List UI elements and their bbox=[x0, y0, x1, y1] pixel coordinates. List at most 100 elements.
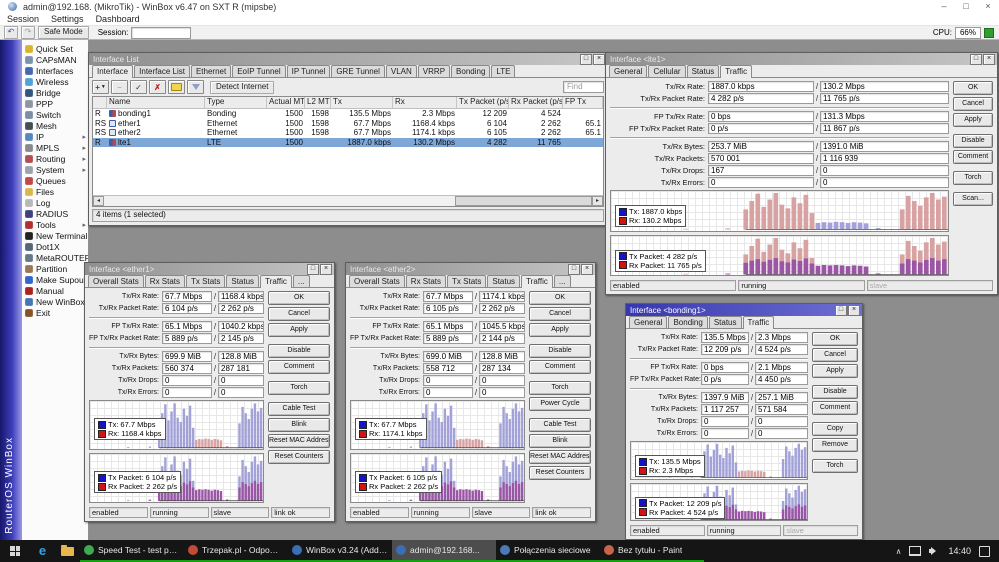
tx-value-field[interactable]: 0 bbox=[701, 416, 749, 427]
remove-button[interactable]: Remove bbox=[812, 438, 858, 452]
tab-interface[interactable]: Interface bbox=[92, 65, 133, 78]
rx-value-field[interactable]: 1391.0 MiB bbox=[820, 141, 949, 152]
rx-value-field[interactable]: 1045.5 kbps bbox=[479, 321, 525, 332]
scroll-left-icon[interactable]: ◂ bbox=[93, 196, 104, 206]
table-row-ether2[interactable]: RSether2Ethernet1500159867.7 Mbps1174.1 … bbox=[93, 128, 603, 138]
cancel-button[interactable]: Cancel bbox=[812, 348, 858, 362]
rx-value-field[interactable]: 1040.2 kbps bbox=[218, 321, 264, 332]
tab-lte[interactable]: LTE bbox=[491, 65, 515, 77]
table-row-ether1[interactable]: RSether1Ethernet1500159867.7 Mbps1168.4 … bbox=[93, 119, 603, 129]
comment-button[interactable]: Comment bbox=[953, 150, 993, 164]
tab-general[interactable]: General bbox=[629, 316, 667, 328]
sidebar-item-files[interactable]: Files bbox=[22, 186, 88, 197]
sidebar-item-tools[interactable]: Tools▸ bbox=[22, 219, 88, 230]
sidebar-item-dot1x[interactable]: Dot1X bbox=[22, 241, 88, 252]
sidebar-item-ip[interactable]: IP▸ bbox=[22, 131, 88, 142]
cancel-button[interactable]: Cancel bbox=[529, 307, 591, 321]
rx-value-field[interactable]: 2 262 p/s bbox=[218, 303, 264, 314]
rx-value-field[interactable]: 2.1 Mbps bbox=[755, 362, 808, 373]
disable-button[interactable]: Disable bbox=[953, 134, 993, 148]
disable-button[interactable]: Disable bbox=[812, 385, 858, 399]
tx-value-field[interactable]: 67.7 Mbps bbox=[162, 291, 212, 302]
apply-button[interactable]: Apply bbox=[812, 364, 858, 378]
blink-button[interactable]: Blink bbox=[268, 418, 330, 432]
comment-button[interactable] bbox=[168, 80, 185, 94]
ok-button[interactable]: OK bbox=[812, 332, 858, 346]
tab-interface-list[interactable]: Interface List bbox=[134, 65, 190, 77]
torch-button[interactable]: Torch bbox=[268, 381, 330, 395]
scroll-right-icon[interactable]: ▸ bbox=[592, 196, 603, 206]
comment-button[interactable]: Comment bbox=[812, 401, 858, 415]
maximize-button[interactable]: □ bbox=[955, 0, 977, 13]
window-titlebar[interactable]: Interface <lte1>□× bbox=[606, 53, 997, 65]
detect-internet-button[interactable]: Detect Internet bbox=[210, 81, 274, 94]
torch-button[interactable]: Torch bbox=[812, 459, 858, 473]
sidebar-item-radius[interactable]: RADIUS bbox=[22, 208, 88, 219]
torch-button[interactable]: Torch bbox=[953, 171, 993, 185]
close-icon[interactable]: × bbox=[983, 54, 995, 65]
column-header-type[interactable]: Type bbox=[205, 97, 267, 108]
maximize-icon[interactable]: □ bbox=[307, 264, 319, 275]
reset-counters-button[interactable]: Reset Counters bbox=[268, 450, 330, 464]
clock[interactable]: 14:40 bbox=[948, 546, 971, 556]
tx-value-field[interactable]: 4 282 p/s bbox=[708, 93, 814, 104]
tab-[interactable]: ... bbox=[554, 275, 571, 287]
rx-value-field[interactable]: 130.2 Mbps bbox=[820, 81, 949, 92]
apply-button[interactable]: Apply bbox=[953, 113, 993, 127]
sidebar-item-partition[interactable]: Partition bbox=[22, 263, 88, 274]
taskbar-item-bez-tytu-u-paint[interactable]: Bez tytułu - Paint bbox=[600, 540, 704, 562]
sidebar-item-interfaces[interactable]: Interfaces bbox=[22, 65, 88, 76]
tab-status[interactable]: Status bbox=[487, 275, 520, 287]
comment-button[interactable]: Comment bbox=[529, 360, 591, 374]
safe-mode-button[interactable]: Safe Mode bbox=[38, 26, 89, 39]
sidebar-item-switch[interactable]: Switch bbox=[22, 109, 88, 120]
tab-vlan[interactable]: VLAN bbox=[386, 65, 417, 77]
tx-value-field[interactable]: 135.5 Mbps bbox=[701, 332, 749, 343]
rx-value-field[interactable]: 0 bbox=[820, 165, 949, 176]
scan-button[interactable]: Scan... bbox=[953, 192, 993, 206]
add-button[interactable]: +▼ bbox=[92, 80, 109, 94]
column-header-fp-tx[interactable]: FP Tx bbox=[563, 97, 603, 108]
tx-value-field[interactable]: 0 bbox=[708, 177, 814, 188]
tx-value-field[interactable]: 253.7 MiB bbox=[708, 141, 814, 152]
tab-status[interactable]: Status bbox=[709, 316, 742, 328]
tx-value-field[interactable]: 1397.9 MiB bbox=[701, 392, 749, 403]
tab-ip-tunnel[interactable]: IP Tunnel bbox=[287, 65, 331, 77]
ok-button[interactable]: OK bbox=[953, 81, 993, 95]
rx-value-field[interactable]: 0 bbox=[755, 416, 808, 427]
taskbar-item-winbox-v3-24-addres[interactable]: WinBox v3.24 (Addres... bbox=[288, 540, 392, 562]
sidebar-item-exit[interactable]: Exit bbox=[22, 307, 88, 318]
rx-value-field[interactable]: 257.1 MiB bbox=[755, 392, 808, 403]
taskbar-item-po-czenia-sieciowe[interactable]: Połączenia sieciowe bbox=[496, 540, 600, 562]
tray-expand-icon[interactable]: ∧ bbox=[896, 547, 902, 556]
start-button[interactable] bbox=[0, 540, 30, 562]
column-header-rx[interactable]: Rx bbox=[393, 97, 457, 108]
column-header-actual-mtu[interactable]: Actual MTU bbox=[267, 97, 305, 108]
torch-button[interactable]: Torch bbox=[529, 381, 591, 395]
rx-value-field[interactable]: 1 116 939 bbox=[820, 153, 949, 164]
horizontal-scrollbar[interactable]: ◂ ▸ bbox=[93, 195, 603, 206]
rx-value-field[interactable]: 128.8 MiB bbox=[479, 351, 525, 362]
tx-value-field[interactable]: 5 889 p/s bbox=[423, 333, 473, 344]
tx-value-field[interactable]: 558 712 bbox=[423, 363, 473, 374]
tx-value-field[interactable]: 0 bbox=[423, 387, 473, 398]
rx-value-field[interactable]: 0 bbox=[479, 387, 525, 398]
rx-value-field[interactable]: 2.3 Mbps bbox=[755, 332, 808, 343]
rx-value-field[interactable]: 0 bbox=[479, 375, 525, 386]
column-header-rx-packet-p-s[interactable]: Rx Packet (p/s) bbox=[509, 97, 563, 108]
rx-value-field[interactable]: 0 bbox=[755, 428, 808, 439]
menu-dashboard[interactable]: Dashboard bbox=[96, 14, 140, 24]
apply-button[interactable]: Apply bbox=[529, 323, 591, 337]
maximize-icon[interactable]: □ bbox=[580, 54, 592, 65]
tab-gre-tunnel[interactable]: GRE Tunnel bbox=[331, 65, 385, 77]
apply-button[interactable]: Apply bbox=[268, 323, 330, 337]
speaker-icon[interactable] bbox=[929, 547, 940, 556]
tx-value-field[interactable]: 167 bbox=[708, 165, 814, 176]
tx-value-field[interactable]: 0 bps bbox=[708, 111, 814, 122]
sidebar-item-system[interactable]: System▸ bbox=[22, 164, 88, 175]
tab-tx-stats[interactable]: Tx Stats bbox=[186, 275, 225, 287]
taskbar-item-speed-test-test-pr-d[interactable]: Speed Test - test pręd... bbox=[80, 540, 184, 562]
tx-value-field[interactable]: 6 104 p/s bbox=[162, 303, 212, 314]
maximize-icon[interactable]: □ bbox=[835, 305, 847, 316]
tab-ethernet[interactable]: Ethernet bbox=[191, 65, 231, 77]
